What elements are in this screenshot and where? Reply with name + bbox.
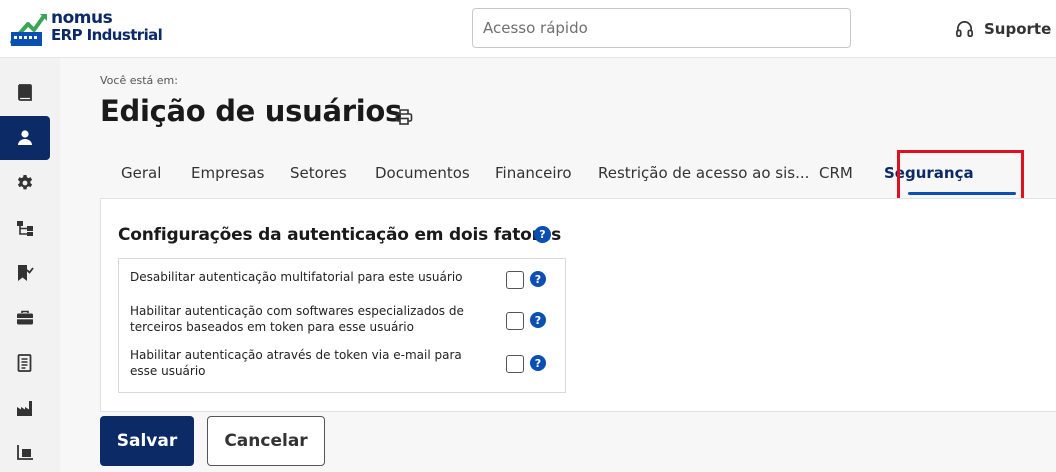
factory-icon — [17, 401, 32, 416]
help-icon[interactable]: ? — [530, 312, 546, 328]
support-button[interactable]: Suporte — [955, 18, 1051, 40]
tab-bar: Geral Empresas Setores Documentos Financ… — [100, 150, 1056, 208]
briefcase-icon — [17, 310, 33, 325]
document-icon — [17, 354, 32, 372]
sidebar-item-users[interactable] — [0, 116, 50, 160]
cancel-button[interactable]: Cancelar — [207, 416, 325, 466]
sidebar-item-settings[interactable] — [0, 161, 50, 205]
help-icon[interactable]: ? — [530, 355, 546, 371]
sidebar-item-production[interactable] — [0, 386, 50, 430]
forklift-icon — [17, 445, 33, 460]
user-icon — [18, 130, 32, 145]
gear-icon — [17, 175, 33, 190]
tab-empresas[interactable]: Empresas — [191, 164, 265, 190]
factory-logo-icon — [10, 14, 47, 46]
brand-line-2: ERP Industrial — [51, 26, 163, 44]
sidebar-item-documents[interactable] — [0, 341, 50, 385]
two-factor-options: Desabilitar autenticação multifatorial p… — [118, 258, 566, 393]
quick-access-input[interactable] — [472, 8, 851, 48]
support-label: Suporte — [984, 20, 1052, 38]
tab-financeiro[interactable]: Financeiro — [495, 164, 572, 190]
nomus-logo[interactable]: nomus ERP Industrial — [10, 8, 170, 50]
option-label: Habilitar autenticação através de token … — [130, 348, 462, 378]
top-bar: nomus ERP Industrial Suporte — [0, 0, 1056, 58]
brand-name: nomus ERP Industrial — [51, 8, 163, 44]
printer-icon[interactable] — [395, 108, 413, 126]
tab-documentos[interactable]: Documentos — [375, 164, 470, 190]
main-content: Você está em: Edição de usuários Geral E… — [60, 58, 1056, 472]
headset-icon — [956, 20, 973, 37]
tab-setores[interactable]: Setores — [290, 164, 347, 190]
page-title: Edição de usuários — [100, 94, 402, 128]
sidebar-item-projects[interactable] — [0, 296, 50, 340]
brand-line-1: nomus — [51, 8, 113, 28]
disable-mfa-checkbox[interactable] — [506, 271, 524, 289]
breadcrumb: Você está em: — [100, 74, 178, 87]
token-software-checkbox[interactable] — [506, 312, 524, 330]
sidebar-item-book[interactable] — [0, 71, 50, 115]
tab-restricao-acesso[interactable]: Restrição de acesso ao sis... — [598, 164, 809, 190]
option-label: Habilitar autenticação com softwares esp… — [130, 304, 464, 334]
sidebar — [0, 58, 60, 472]
sidebar-item-logistics[interactable] — [0, 431, 50, 472]
tab-crm[interactable]: CRM — [819, 164, 853, 190]
help-icon[interactable]: ? — [530, 271, 546, 287]
hierarchy-icon — [17, 221, 33, 236]
section-title: Configurações da autenticação em dois fa… — [118, 225, 562, 245]
security-panel: Configurações da autenticação em dois fa… — [100, 198, 1056, 412]
book-icon — [18, 84, 32, 101]
help-icon[interactable]: ? — [534, 226, 551, 243]
sidebar-item-hierarchy[interactable] — [0, 206, 50, 250]
save-button[interactable]: Salvar — [100, 416, 194, 466]
tab-geral[interactable]: Geral — [121, 164, 161, 190]
option-label: Desabilitar autenticação multifatorial p… — [130, 270, 463, 284]
sidebar-item-bookmarks[interactable] — [0, 251, 50, 295]
bookmark-check-icon — [18, 265, 34, 281]
email-token-checkbox[interactable] — [506, 355, 524, 373]
